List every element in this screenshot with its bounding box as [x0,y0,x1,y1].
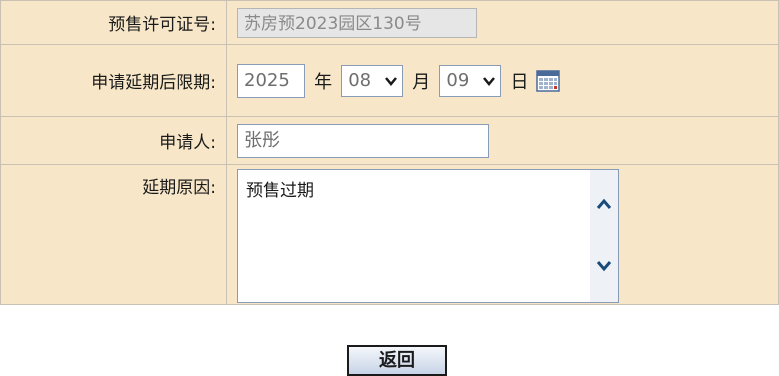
form-row-presale-permit: 预售许可证号: 苏房预2023园区130号 [0,0,779,45]
deadline-day-value: 09 [446,69,470,91]
reason-text: 预售过期 [246,180,314,201]
textarea-scrollbar[interactable] [590,169,618,302]
reason-label: 延期原因: [0,164,227,305]
deadline-year-input[interactable]: 2025 [237,63,305,98]
reason-cell: 预售过期 [226,164,779,305]
deadline-month-value: 08 [348,69,372,91]
applicant-label: 申请人: [0,116,227,165]
delay-application-form: 预售许可证号: 苏房预2023园区130号 申请延期后限期: 2025 年 08… [0,0,779,305]
deadline-day-select[interactable]: 09 [439,64,502,97]
deadline-cell: 2025 年 08 月 09 日 [226,44,779,117]
chevron-down-icon[interactable] [596,260,612,272]
form-row-deadline: 申请延期后限期: 2025 年 08 月 09 日 [0,44,779,117]
year-unit-label: 年 [314,71,333,93]
back-button[interactable]: 返回 [347,345,447,376]
chevron-down-icon [483,76,496,86]
reason-textarea[interactable]: 预售过期 [237,168,619,303]
calendar-icon[interactable] [535,69,560,92]
form-row-reason: 延期原因: 预售过期 [0,164,779,305]
applicant-input[interactable]: 张彤 [237,123,489,158]
chevron-up-icon[interactable] [596,198,612,210]
applicant-cell: 张彤 [226,116,779,165]
presale-permit-field: 苏房预2023园区130号 [237,7,477,38]
month-unit-label: 月 [412,71,431,93]
presale-permit-cell: 苏房预2023园区130号 [226,0,779,45]
deadline-month-select[interactable]: 08 [341,64,404,97]
chevron-down-icon [385,76,398,86]
deadline-label: 申请延期后限期: [0,44,227,117]
day-unit-label: 日 [510,71,529,93]
presale-permit-label: 预售许可证号: [0,0,227,45]
form-row-applicant: 申请人: 张彤 [0,116,779,165]
